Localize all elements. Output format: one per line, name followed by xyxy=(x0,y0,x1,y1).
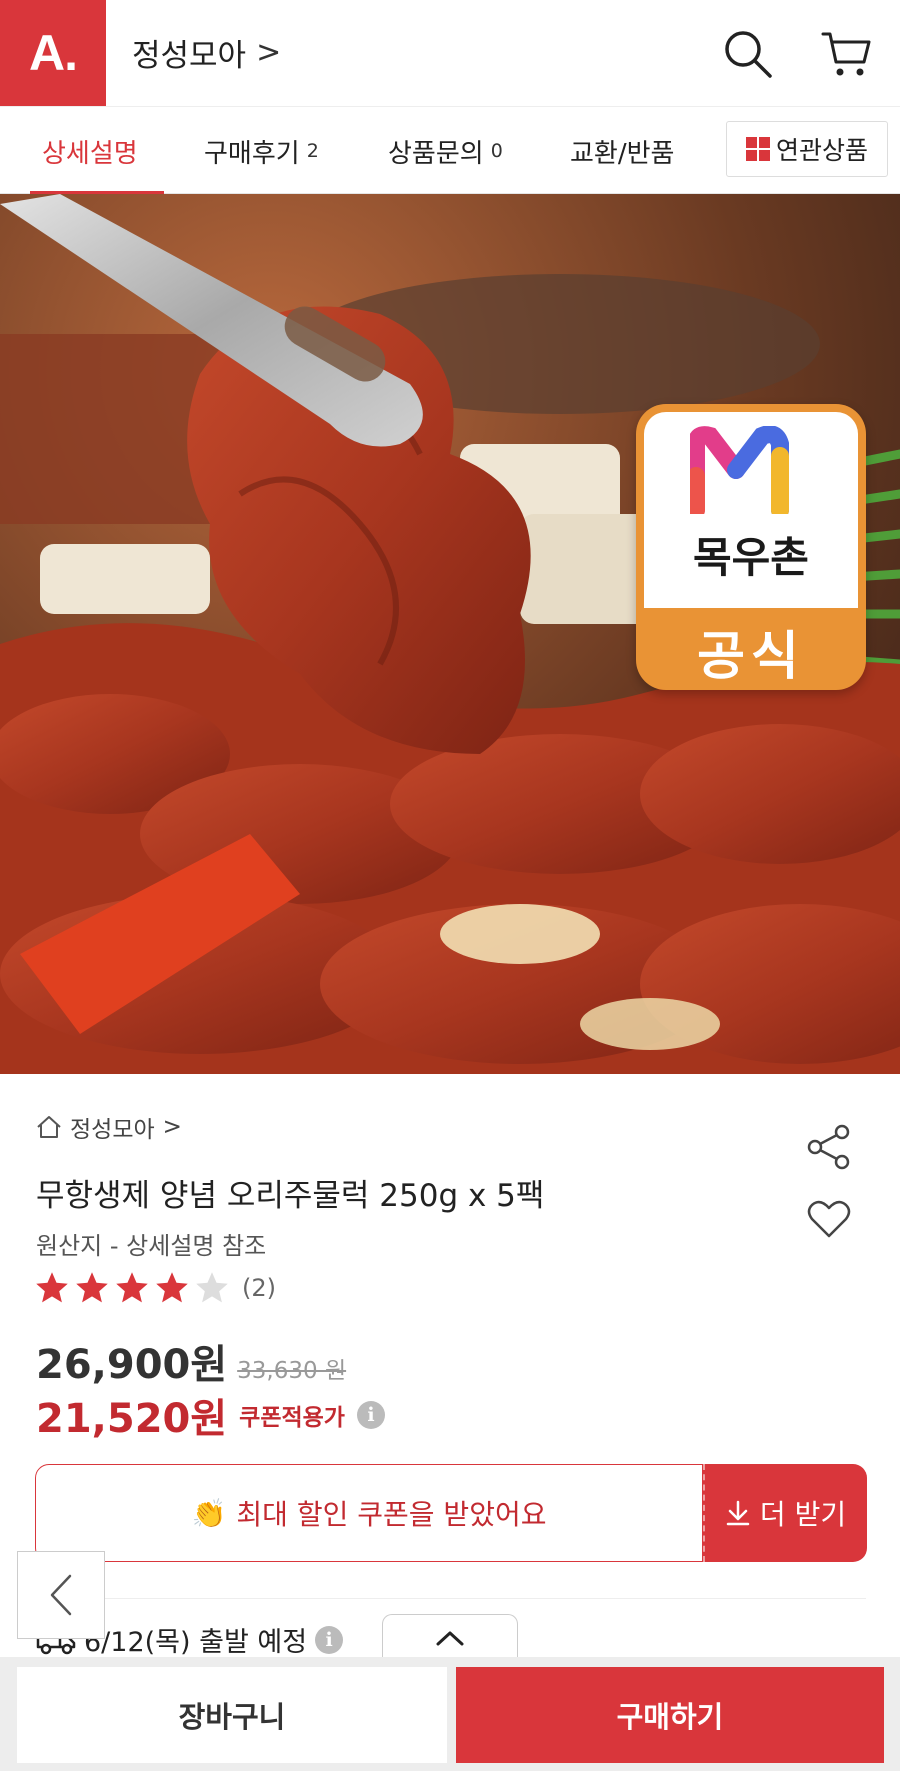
original-price: 33,630 원 xyxy=(237,1358,347,1384)
rating-stars[interactable]: (2) xyxy=(34,1270,276,1306)
more-coupon-label: 더 받기 xyxy=(759,1498,847,1531)
info-icon[interactable]: i xyxy=(356,1401,385,1429)
store-breadcrumb[interactable]: 정성모아 > xyxy=(36,1110,182,1144)
section-divider xyxy=(36,1598,866,1599)
related-products-button[interactable]: 연관상품 xyxy=(726,121,888,177)
m-logo-icon xyxy=(690,426,789,514)
tab-description[interactable]: 상세설명 xyxy=(42,107,138,195)
home-icon xyxy=(37,1116,61,1138)
store-name: 정성모아 xyxy=(132,38,247,74)
star-icon xyxy=(36,1272,68,1303)
tab-exchange-return[interactable]: 교환/반품 xyxy=(570,107,674,195)
chevron-up-icon xyxy=(436,1631,464,1645)
back-button[interactable] xyxy=(17,1551,105,1639)
add-to-cart-button[interactable]: 장바구니 xyxy=(17,1667,447,1763)
app-logo[interactable]: A. xyxy=(0,0,106,106)
product-origin: 원산지 - 상세설명 참조 xyxy=(36,1232,267,1260)
shipping-date: 6/12(목) 출발 예정 xyxy=(84,1627,308,1658)
badge-official-label: 공식 xyxy=(697,627,805,687)
coupon-banner[interactable]: 👏 최대 할인 쿠폰을 받았어요 xyxy=(35,1464,703,1562)
tab-count: 0 xyxy=(490,140,503,162)
product-image[interactable]: 목우촌 공식 xyxy=(0,194,900,1074)
store-title-link[interactable]: 정성모아 > xyxy=(132,30,281,75)
collapse-toggle[interactable] xyxy=(382,1614,518,1660)
official-brand-badge: 목우촌 공식 xyxy=(636,404,866,690)
detail-tabs: 상세설명 구매후기 2 상품문의 0 교환/반품 연관상품 xyxy=(0,106,900,195)
share-icon[interactable] xyxy=(806,1124,852,1170)
top-header: A. 정성모아 > xyxy=(0,0,900,106)
get-more-coupons-button[interactable]: 더 받기 xyxy=(703,1464,867,1562)
star-icon xyxy=(76,1272,108,1303)
chevron-right-icon: > xyxy=(162,1114,182,1140)
tab-label: 상세설명 xyxy=(42,138,138,169)
search-icon[interactable] xyxy=(722,28,774,80)
review-count: (2) xyxy=(242,1274,276,1302)
clap-icon: 👏 xyxy=(191,1496,227,1530)
price-row: 26,900원 33,630 원 xyxy=(36,1332,346,1390)
grid-icon xyxy=(745,137,770,161)
badge-brand-name: 목우촌 xyxy=(693,533,809,582)
tab-reviews[interactable]: 구매후기 2 xyxy=(204,107,319,195)
tab-label: 교환/반품 xyxy=(570,138,675,169)
coupon-price-label: 쿠폰적용가 xyxy=(239,1405,345,1431)
star-icon xyxy=(156,1272,188,1303)
bottom-action-bar: 장바구니 구매하기 xyxy=(0,1657,900,1771)
chevron-right-icon: > xyxy=(256,35,282,70)
tab-label: 구매후기 xyxy=(204,138,300,169)
star-empty-icon xyxy=(196,1272,228,1303)
product-title: 무항생제 양념 오리주물럭 250g x 5팩 xyxy=(36,1178,545,1214)
tab-inquiries[interactable]: 상품문의 0 xyxy=(388,107,503,195)
download-icon xyxy=(726,1500,750,1526)
info-icon[interactable]: i xyxy=(315,1625,344,1654)
star-icon xyxy=(116,1272,148,1303)
heart-icon[interactable] xyxy=(806,1198,852,1240)
coupon-price: 21,520원 xyxy=(36,1396,228,1442)
related-label: 연관상품 xyxy=(775,136,868,165)
buy-now-button[interactable]: 구매하기 xyxy=(456,1667,884,1763)
coupon-message: 최대 할인 쿠폰을 받았어요 xyxy=(236,1498,547,1531)
cart-icon[interactable] xyxy=(820,28,872,80)
sale-price: 26,900원 xyxy=(36,1342,228,1388)
tab-label: 상품문의 xyxy=(388,138,484,169)
coupon-price-row: 21,520원 쿠폰적용가 i xyxy=(36,1386,385,1444)
chevron-left-icon xyxy=(50,1574,72,1616)
tab-count: 2 xyxy=(306,140,319,162)
breadcrumb-store-name: 정성모아 xyxy=(70,1117,155,1143)
